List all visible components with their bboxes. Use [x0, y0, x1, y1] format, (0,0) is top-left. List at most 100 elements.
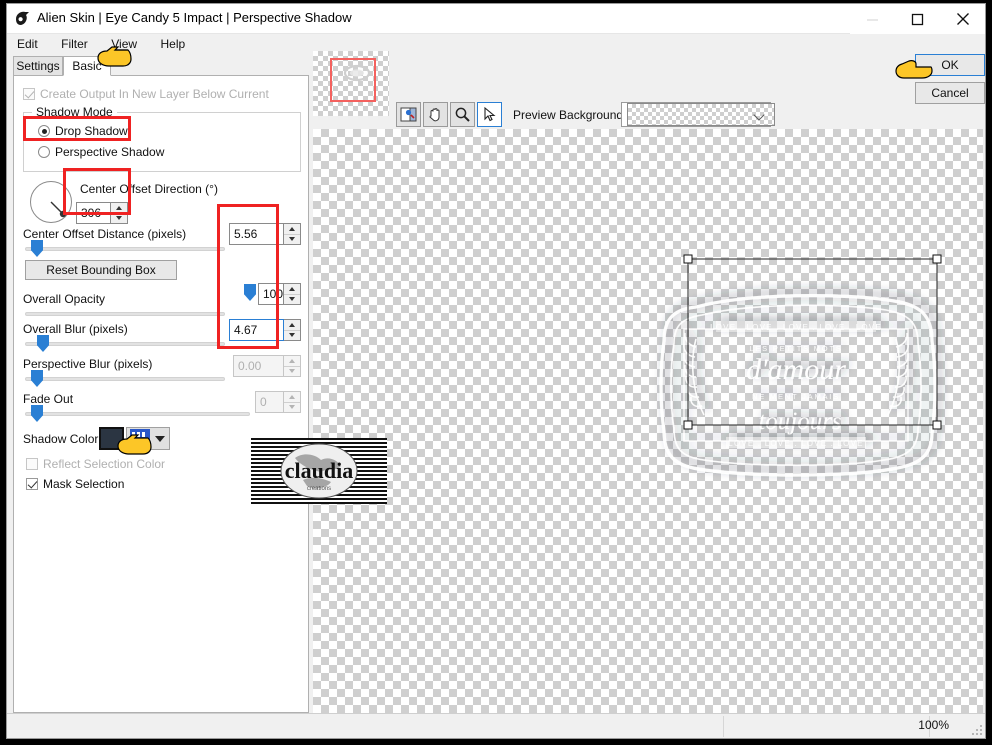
angle-dial[interactable]	[30, 181, 72, 223]
watermark-text: claudia	[285, 458, 353, 483]
hand-tool[interactable]	[423, 102, 448, 127]
maximize-icon[interactable]	[895, 4, 940, 34]
fade-out-label: Fade Out	[23, 392, 74, 406]
preview-tools	[396, 102, 502, 127]
svg-text:creations: creations	[307, 486, 331, 492]
title-bar: Alien Skin | Eye Candy 5 Impact | Perspe…	[7, 4, 985, 34]
spinner-up-icon	[284, 356, 300, 367]
resize-grip-icon[interactable]	[971, 723, 983, 735]
mask-selection-label: Mask Selection	[43, 477, 125, 491]
center-offset-distance-label: Center Offset Distance (pixels)	[23, 227, 187, 241]
window-controls	[850, 4, 985, 34]
spinner-up-icon[interactable]	[111, 203, 127, 214]
fade-out-spinner: 0	[255, 391, 301, 413]
overall-opacity-track[interactable]	[25, 312, 225, 316]
perspective-blur-spinner: 0.00	[233, 355, 301, 377]
center-offset-distance-spinner[interactable]: 5.56	[229, 223, 301, 245]
preview-canvas[interactable]: LOVE . LOVE . LOVE . LOVE . LOVE LOVE . …	[313, 129, 983, 713]
chevron-down-icon	[155, 435, 165, 442]
perspective-blur-thumb	[31, 370, 43, 387]
perspective-shadow-label: Perspective Shadow	[55, 145, 165, 159]
navigator-viewport-box[interactable]	[330, 58, 376, 102]
overall-blur-thumb[interactable]	[37, 335, 49, 352]
perspective-blur-value: 0.00	[233, 355, 284, 377]
screenshot-root: Alien Skin | Eye Candy 5 Impact | Perspe…	[0, 0, 992, 745]
tab-settings[interactable]: Settings	[13, 56, 63, 76]
overall-opacity-spinner[interactable]: 100	[258, 283, 301, 305]
overall-blur-label: Overall Blur (pixels)	[23, 322, 128, 336]
center-offset-direction-value[interactable]: 306	[76, 202, 111, 224]
fade-out-value: 0	[255, 391, 284, 413]
menu-item-filter[interactable]: Filter	[59, 34, 97, 54]
pointing-hand-cursor	[895, 60, 933, 79]
arrow-tool[interactable]	[477, 102, 502, 127]
spinner-arrows[interactable]	[284, 319, 301, 341]
zoom-tool[interactable]	[450, 102, 475, 127]
create-output-label: Create Output In New Layer Below Current	[40, 87, 269, 101]
zoom-level: 100%	[918, 718, 949, 732]
center-offset-distance-track[interactable]	[25, 247, 225, 251]
svg-text:LES PETITS MOTS: LES PETITS MOTS	[749, 344, 842, 353]
spinner-arrows[interactable]	[284, 223, 301, 245]
radio-drop-shadow[interactable]: Drop Shadow	[38, 124, 128, 138]
overall-opacity-value[interactable]: 100	[258, 283, 284, 305]
svg-text:toujours: toujours	[758, 408, 841, 435]
radio-perspective-shadow[interactable]: Perspective Shadow	[38, 145, 164, 159]
overall-blur-track[interactable]	[25, 342, 225, 346]
spinner-down-icon[interactable]	[284, 235, 300, 245]
application-window: Alien Skin | Eye Candy 5 Impact | Perspe…	[6, 3, 986, 739]
preview-background-combo[interactable]: None	[621, 102, 775, 127]
shadow-mode-group: Shadow Mode Drop Shadow Perspective Shad…	[23, 105, 301, 172]
settings-panel: Create Output In New Layer Below Current…	[13, 75, 309, 713]
close-icon[interactable]	[940, 4, 985, 34]
spinner-arrows	[284, 355, 301, 377]
menu-item-help[interactable]: Help	[159, 34, 195, 54]
spinner-up-icon[interactable]	[284, 284, 300, 295]
preview-toggle-tool[interactable]	[396, 102, 421, 127]
pointing-hand-cursor	[97, 46, 132, 67]
checkbox-box-icon	[23, 88, 35, 100]
center-offset-direction-label: Center Offset Direction (°)	[80, 182, 218, 196]
tab-strip: Settings Basic	[13, 56, 309, 76]
navigator-thumbnail[interactable]	[313, 51, 389, 116]
svg-text:LOVE . LOVE . LOVE . LOVE . LO: LOVE . LOVE . LOVE . LOVE . LOVE	[710, 323, 882, 332]
spinner-up-icon[interactable]	[284, 320, 300, 331]
overall-blur-spinner[interactable]: 4.67	[229, 319, 301, 341]
perspective-blur-label: Perspective Blur (pixels)	[23, 357, 153, 371]
drop-shadow-label: Drop Shadow	[55, 124, 128, 138]
shadow-mode-group-label: Shadow Mode	[32, 105, 117, 119]
spinner-arrows[interactable]	[111, 202, 128, 224]
menu-item-edit[interactable]: Edit	[15, 34, 47, 54]
radio-button-icon	[38, 125, 50, 137]
center-offset-distance-thumb[interactable]	[31, 240, 43, 257]
checkbox-box-icon	[26, 458, 38, 470]
reflect-selection-color-checkbox: Reflect Selection Color	[26, 457, 165, 471]
spinner-up-icon	[284, 392, 300, 403]
overall-opacity-label: Overall Opacity	[23, 292, 106, 306]
spinner-arrows[interactable]	[284, 283, 301, 305]
svg-text:d'amour: d'amour	[746, 353, 846, 386]
spinner-down-icon[interactable]	[111, 214, 127, 224]
shadow-color-label: Shadow Color	[23, 432, 99, 446]
spinner-up-icon[interactable]	[284, 224, 300, 235]
mask-selection-checkbox[interactable]: Mask Selection	[26, 477, 124, 491]
overall-blur-value[interactable]: 4.67	[229, 319, 284, 341]
spinner-down-icon	[284, 403, 300, 413]
selection-bounding-box	[683, 254, 942, 430]
create-output-checkbox[interactable]: Create Output In New Layer Below Current	[23, 87, 269, 101]
preview-artwork[interactable]: LOVE . LOVE . LOVE . LOVE . LOVE LOVE . …	[313, 129, 983, 713]
status-bar: 100%	[7, 713, 985, 738]
window-title: Alien Skin | Eye Candy 5 Impact | Perspe…	[37, 10, 352, 25]
checkbox-box-icon	[26, 478, 38, 490]
reset-bounding-box-button[interactable]: Reset Bounding Box	[25, 260, 177, 280]
fade-out-track	[25, 412, 250, 416]
spinner-down-icon[interactable]	[284, 331, 300, 341]
spinner-down-icon[interactable]	[284, 295, 300, 305]
center-offset-distance-value[interactable]: 5.56	[229, 223, 284, 245]
status-divider	[723, 716, 724, 737]
reflect-selection-color-label: Reflect Selection Color	[43, 457, 166, 471]
center-offset-direction-spinner[interactable]: 306	[76, 202, 128, 224]
minimize-icon[interactable]	[850, 4, 895, 34]
svg-text:LOVE . LOVE . LOVE . LOVE: LOVE . LOVE . LOVE . LOVE	[728, 439, 863, 448]
overall-opacity-thumb[interactable]	[244, 284, 256, 301]
